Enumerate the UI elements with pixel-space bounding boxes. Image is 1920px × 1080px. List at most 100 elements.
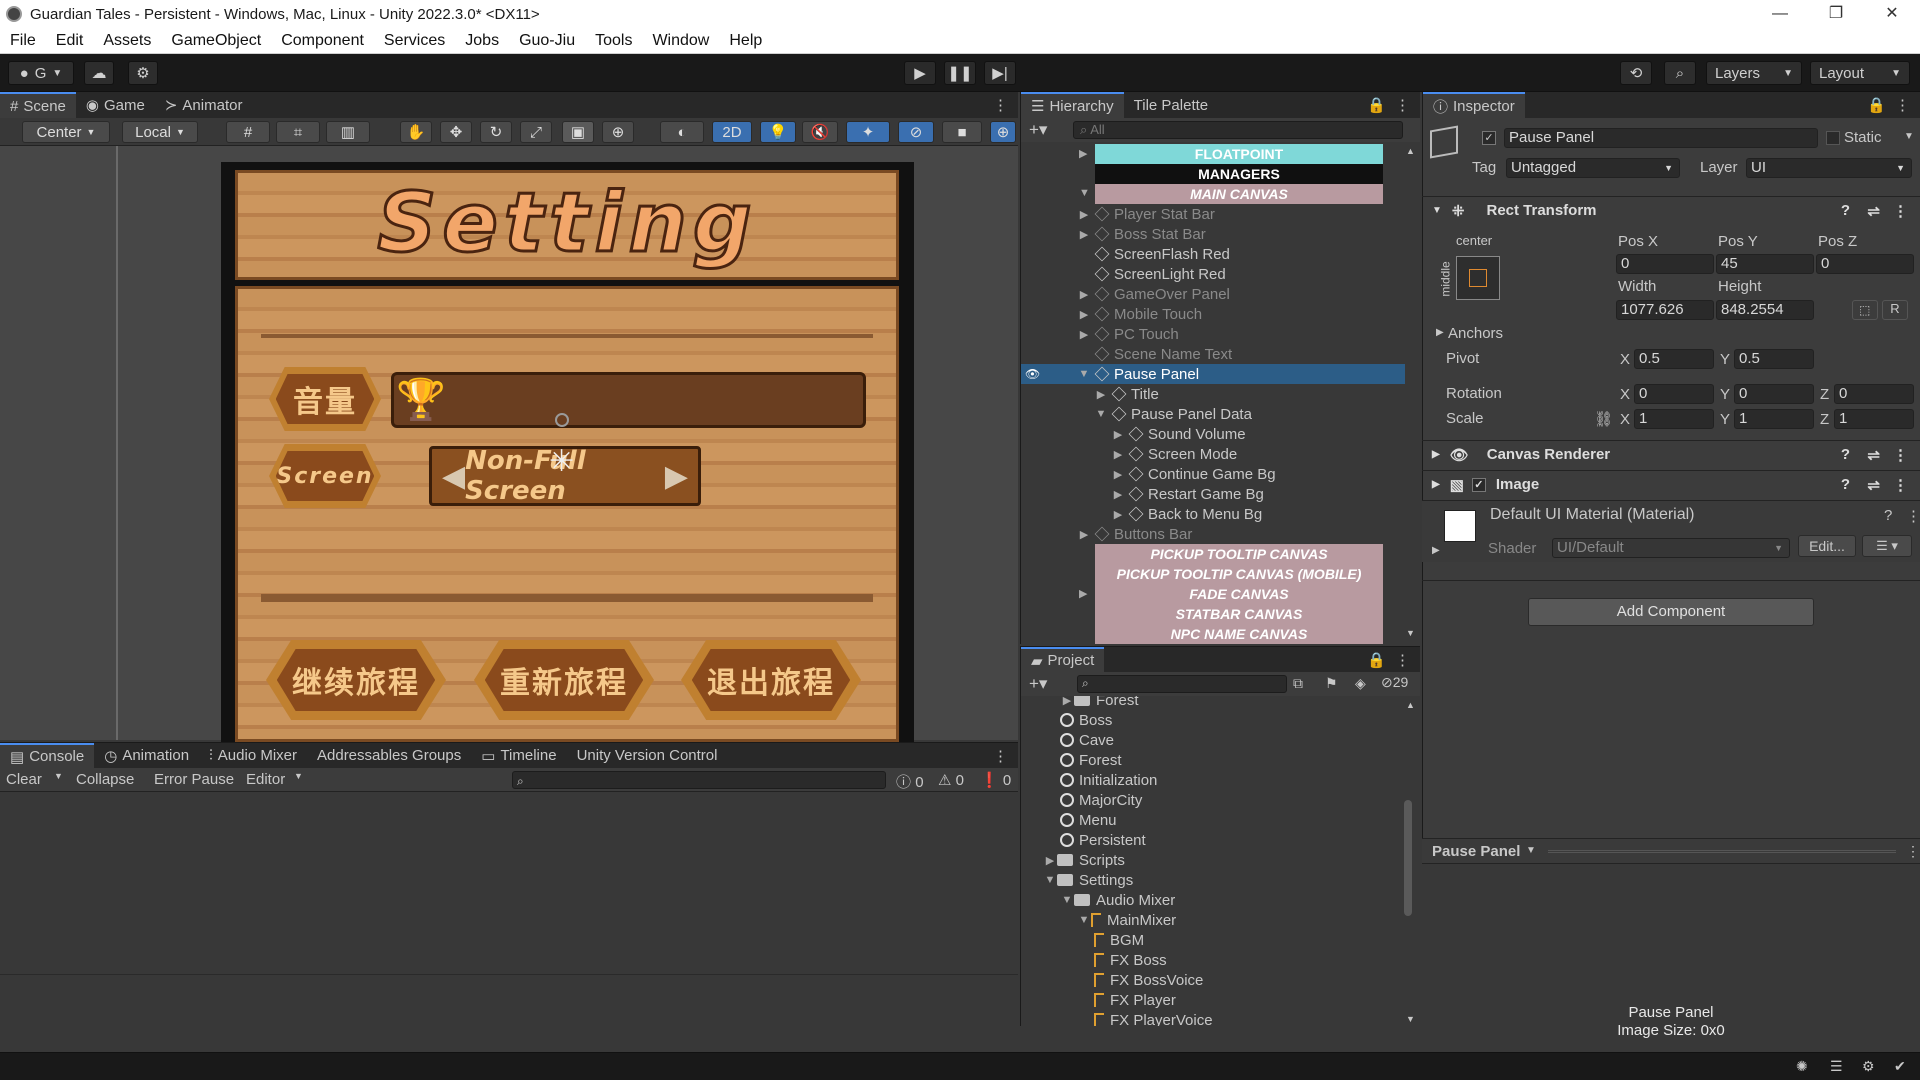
more-options-icon[interactable]: ⋮ bbox=[1893, 476, 1908, 494]
height-field[interactable]: 848.2554 bbox=[1716, 300, 1814, 320]
expand-arrow-icon[interactable]: ▶ bbox=[1077, 208, 1091, 221]
create-asset-button[interactable]: +▾ bbox=[1029, 674, 1047, 694]
hierarchy-item[interactable]: ▼ Pause Panel 👁 bbox=[1021, 364, 1405, 384]
account-dropdown[interactable]: ● G ▼ bbox=[8, 61, 74, 85]
hierarchy-canvas-row[interactable]: NPC NAME CANVAS bbox=[1095, 624, 1383, 644]
lock-icon[interactable]: 🔒 bbox=[1867, 96, 1886, 114]
clear-button[interactable]: Clear bbox=[6, 771, 42, 788]
play-button[interactable]: ▶ bbox=[904, 61, 936, 85]
expand-arrow-icon[interactable]: ▶ bbox=[1077, 288, 1091, 301]
project-item[interactable]: FX Boss bbox=[1094, 950, 1167, 970]
presets-icon[interactable]: ⇌ bbox=[1867, 446, 1880, 464]
active-checkbox[interactable]: ✓ bbox=[1482, 131, 1496, 145]
project-item[interactable]: Cave bbox=[1060, 730, 1114, 750]
project-item[interactable]: Forest bbox=[1060, 750, 1122, 770]
hierarchy-canvas-row[interactable]: PICKUP TOOLTIP CANVAS (MOBILE) bbox=[1095, 564, 1383, 584]
more-options-icon[interactable]: ⋮ bbox=[1395, 651, 1410, 669]
hierarchy-item[interactable]: ▶ Buttons Bar bbox=[1021, 524, 1405, 544]
add-component-button[interactable]: Add Component bbox=[1528, 598, 1814, 626]
expand-arrow-icon[interactable]: ▶ bbox=[1111, 428, 1125, 441]
chevron-down-icon[interactable]: ▼ bbox=[1904, 131, 1914, 142]
preview-header[interactable]: Pause Panel ▼ ⋮ bbox=[1422, 838, 1920, 864]
project-item[interactable]: ▼ Audio Mixer bbox=[1060, 890, 1176, 910]
more-options-icon[interactable]: ⋮ bbox=[1895, 96, 1910, 114]
pivot-space-dropdown[interactable]: Local ▼ bbox=[122, 121, 198, 143]
expand-arrow-icon[interactable]: ▼ bbox=[1094, 408, 1108, 420]
add-object-button[interactable]: +▾ bbox=[1029, 120, 1047, 140]
step-button[interactable]: ▶| bbox=[984, 61, 1016, 85]
shading-mode-dropdown[interactable]: ◐ bbox=[660, 121, 704, 143]
grid-snap-button[interactable]: # bbox=[226, 121, 270, 143]
console-search-input[interactable]: ⌕ bbox=[512, 771, 886, 789]
preview-drag-handle[interactable] bbox=[1548, 850, 1896, 853]
shader-options-dropdown[interactable]: ☰ ▾ bbox=[1862, 535, 1912, 557]
hand-tool-button[interactable]: ✋ bbox=[400, 121, 432, 143]
menu-window[interactable]: Window bbox=[652, 32, 709, 50]
expand-arrow-icon[interactable]: ▶ bbox=[1077, 328, 1091, 341]
arrow-left-icon[interactable]: ◀ bbox=[442, 459, 465, 494]
close-button[interactable]: ✕ bbox=[1864, 0, 1920, 28]
volume-slider[interactable]: 🏆 bbox=[391, 372, 866, 428]
help-icon[interactable]: ? bbox=[1841, 446, 1850, 463]
expand-arrow-icon[interactable]: ▶ bbox=[1077, 528, 1091, 541]
project-item[interactable]: MajorCity bbox=[1060, 790, 1142, 810]
warning-count-badge[interactable]: ⚠ 0 bbox=[938, 771, 964, 789]
increment-snap-button[interactable]: ⌗ bbox=[276, 121, 320, 143]
layers-dropdown[interactable]: Layers ▼ bbox=[1706, 61, 1802, 85]
menu-jobs[interactable]: Jobs bbox=[465, 32, 499, 50]
grid-visibility-button[interactable]: ▥ bbox=[326, 121, 370, 143]
static-checkbox[interactable] bbox=[1826, 131, 1840, 145]
presets-icon[interactable]: ⇌ bbox=[1867, 202, 1880, 220]
blueprint-mode-button[interactable]: ⬚ bbox=[1852, 300, 1878, 320]
hierarchy-item[interactable]: ▶ Continue Game Bg bbox=[1021, 464, 1405, 484]
constrain-proportions-icon[interactable]: ⛓ bbox=[1594, 410, 1613, 428]
hierarchy-item[interactable]: ScreenFlash Red bbox=[1021, 244, 1405, 264]
expand-arrow-icon[interactable]: ▶ bbox=[1111, 508, 1125, 521]
help-icon[interactable]: ? bbox=[1841, 202, 1850, 219]
arrow-right-icon[interactable]: ▶ bbox=[665, 459, 688, 494]
tab-console[interactable]: ▤ Console bbox=[0, 742, 95, 769]
scale-y-field[interactable]: 1 bbox=[1734, 409, 1814, 429]
tag-dropdown[interactable]: Untagged ▼ bbox=[1506, 158, 1680, 178]
rect-transform-header[interactable]: ▼ ⁜ Rect Transform ? ⇌ ⋮ bbox=[1422, 196, 1920, 224]
anchor-presets-button[interactable] bbox=[1456, 256, 1500, 300]
menu-services[interactable]: Services bbox=[384, 32, 445, 50]
pause-button[interactable]: ❚❚ bbox=[944, 61, 976, 85]
rotation-y-field[interactable]: 0 bbox=[1734, 384, 1814, 404]
tab-animator[interactable]: ≻ Animator bbox=[155, 92, 253, 118]
console-log-area[interactable] bbox=[0, 792, 1018, 1052]
pos-z-field[interactable]: 0 bbox=[1816, 254, 1914, 274]
expand-arrow-icon[interactable]: ▶ bbox=[1077, 308, 1091, 321]
back-to-menu-button[interactable]: 退出旅程 bbox=[681, 640, 861, 720]
expand-arrow-icon[interactable]: ▶ bbox=[1079, 587, 1087, 600]
menu-component[interactable]: Component bbox=[281, 32, 364, 50]
expand-arrow-icon[interactable]: ▼ bbox=[1079, 187, 1090, 199]
expand-arrow-icon[interactable]: ▶ bbox=[1079, 147, 1087, 160]
hierarchy-item[interactable]: ▶ Boss Stat Bar bbox=[1021, 224, 1405, 244]
menu-gameobject[interactable]: GameObject bbox=[171, 32, 261, 50]
rotation-x-field[interactable]: 0 bbox=[1634, 384, 1714, 404]
project-item[interactable]: ▶ Scripts bbox=[1043, 850, 1125, 870]
layout-dropdown[interactable]: Layout ▼ bbox=[1810, 61, 1910, 85]
project-item[interactable]: Boss bbox=[1060, 710, 1112, 730]
more-options-icon[interactable]: ⋮ bbox=[1395, 96, 1410, 114]
tab-audio-mixer[interactable]: ⫶ Audio Mixer bbox=[199, 743, 307, 769]
hierarchy-item[interactable]: ▶ Mobile Touch bbox=[1021, 304, 1405, 324]
tab-tile-palette[interactable]: Tile Palette bbox=[1124, 92, 1218, 118]
project-item[interactable]: Menu bbox=[1060, 810, 1117, 830]
restart-game-button[interactable]: 重新旅程 bbox=[474, 640, 654, 720]
project-scrollbar[interactable]: ▲ ▼ bbox=[1404, 700, 1415, 1026]
more-options-icon[interactable]: ⋮ bbox=[993, 96, 1008, 114]
scale-x-field[interactable]: 1 bbox=[1634, 409, 1714, 429]
hierarchy-item[interactable]: ▶ PC Touch bbox=[1021, 324, 1405, 344]
scroll-up-icon[interactable]: ▲ bbox=[1406, 700, 1415, 710]
hierarchy-list[interactable]: FLOATPOINT ▶ MANAGERS MAIN CANVAS ▼ ▶ Player S… bbox=[1020, 142, 1420, 644]
slider-handle[interactable] bbox=[555, 413, 569, 427]
hierarchy-item[interactable]: ▶ Title bbox=[1021, 384, 1405, 404]
hierarchy-canvas-row[interactable]: PICKUP TOOLTIP CANVAS bbox=[1095, 544, 1383, 564]
object-name-field[interactable]: Pause Panel bbox=[1504, 128, 1818, 148]
pivot-mode-dropdown[interactable]: Center ▼ bbox=[22, 121, 110, 143]
expand-arrow-icon[interactable]: ▼ bbox=[1077, 914, 1091, 926]
filter-icon[interactable]: ⚑ bbox=[1325, 675, 1338, 692]
hidden-objects-toggle[interactable]: ⊘ bbox=[898, 121, 934, 143]
